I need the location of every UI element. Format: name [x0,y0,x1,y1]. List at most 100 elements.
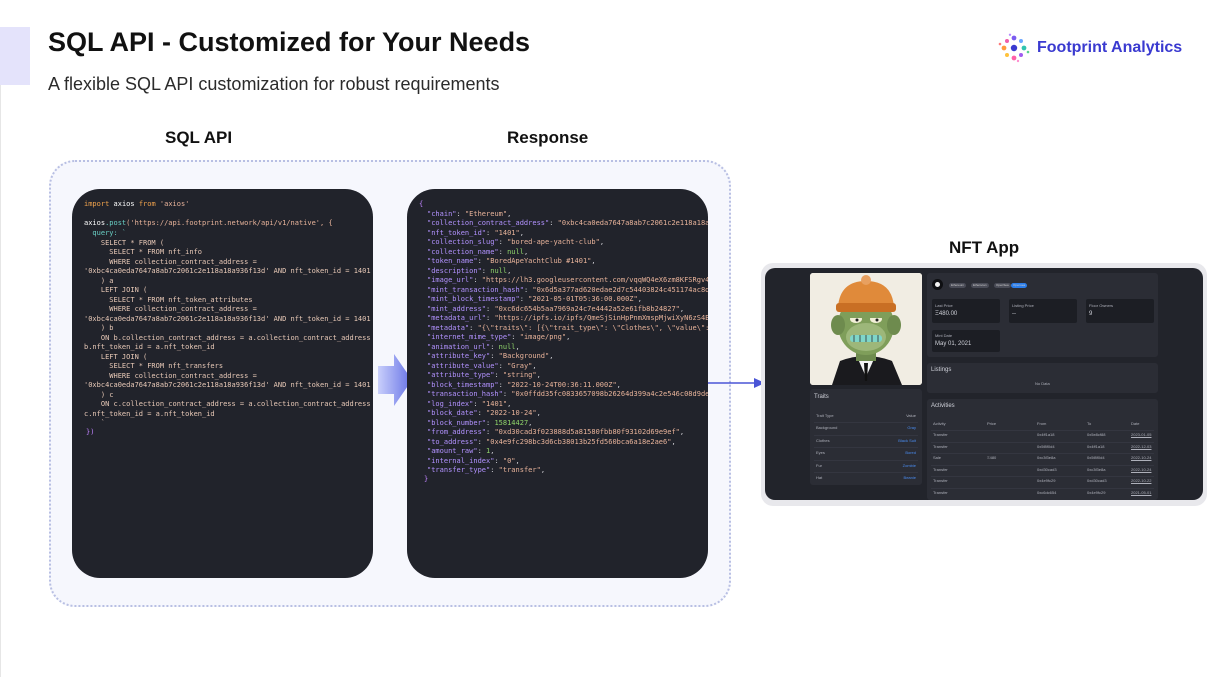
json-row: "attribute_value": "Gray", [427,361,537,370]
trait-divider [814,472,918,473]
json-value: null [498,342,516,351]
nft-info-panel: Ethereum Etherscan OpenSea Opensea Last Pri… [927,273,1158,357]
trait-value[interactable]: Zombie [903,463,916,468]
activities-col-header: From [1037,421,1047,426]
sql-line: ) a [84,276,114,285]
trait-value[interactable]: Black Suit [898,438,916,443]
json-row: "internet_mime_type": "image/png", [427,333,571,341]
json-value: "2021-05-01T05:36:00.000Z" [528,295,638,303]
activity-from[interactable]: 0xd30cad3 [1037,467,1057,472]
json-value: "BoredApeYachtClub #1401" [486,257,592,265]
link-chip[interactable]: Ethereum [949,283,967,288]
axios-object: axios [84,219,106,227]
json-key: "mint_transaction_hash" [427,285,524,294]
activity-to[interactable]: 0xc3f3e8a [1087,467,1105,472]
activity-date[interactable]: 2022-10-24 [1131,455,1151,460]
sql-code-panel: import axios from 'axios' axios.post('ht… [72,189,373,578]
activity-date[interactable]: 2021-05-01 [1131,490,1151,495]
json-key: "description" [427,266,482,275]
sql-line: WHERE collection_contract_address = [84,305,257,313]
activity-to[interactable]: 0xd30cad3 [1087,478,1107,483]
json-row: "attribute_key": "Background", [427,352,554,360]
json-key: "block_date" [427,409,478,417]
json-value: "1401" [481,399,508,408]
json-value: "0xbc4ca0eda7647a8ab7c2061c2e118a18a936f [557,219,708,227]
json-key: "collection_name" [427,247,499,256]
nft-image[interactable] [810,273,922,385]
activity-date[interactable]: 2022-10-22 [1131,478,1151,483]
activity-from[interactable]: 0x4e9fc29 [1037,478,1055,483]
from-keyword: from [138,200,156,208]
json-row: "amount_raw": 1, [427,447,495,455]
trait-value[interactable]: Bored [905,450,916,455]
traits-title: Traits [814,394,829,400]
json-row: "description": null, [427,266,512,275]
json-value: "2022-10-24T00:36:11.000Z" [507,380,617,389]
activity-price: Ξ480 [987,455,997,460]
json-value: "0x0ffdd35fc0833657098b26264d399a4c2e546… [511,390,708,398]
json-value: "0x6d5a377ad620edae2d7c54403824c451174ac… [532,285,708,294]
json-row: "from_address": "0xd30cad3f023888d5a8158… [427,428,685,436]
link-chip[interactable]: OpenSea [994,283,1011,288]
json-row: "token_name": "BoredApeYachtClub #1401", [427,257,596,265]
json-row: "collection_contract_address": "0xbc4ca0… [427,219,708,229]
json-response-body: "chain": "Ethereum", "collection_contract… [427,210,708,476]
stat-card: Listing Price -- [1009,299,1077,323]
json-key: "mint_address" [427,304,487,313]
activity-date[interactable]: 2023-01-05 [1131,432,1151,437]
activity-from[interactable]: 0xc6dc654 [1037,490,1056,495]
activities-col-header: Price [987,421,997,426]
activity-activity: Transfer [933,443,948,449]
sql-line: ON b.collection_contract_address = a.col… [84,333,373,342]
link-chip[interactable]: Opensea [1011,283,1028,288]
json-key: "block_number" [427,418,487,427]
json-row: "block_number": 15814427, [427,418,533,427]
json-row: "image_url": "https://lh3.googleusercont… [427,276,708,286]
sql-line: WHERE collection_contract_address = [84,257,257,266]
brand-logo[interactable]: Footprint Analytics [997,33,1182,63]
nft-app-screen[interactable]: Traits Trait Type Value Background Gray Cl… [765,268,1203,500]
json-key: "internal_index" [427,456,495,465]
traits-header-value: Value [906,413,916,418]
import-source: 'axios' [159,200,190,208]
link-chip[interactable]: Etherscan [971,283,989,288]
sql-line: SELECT * FROM nft_token_attributes [84,295,253,304]
corner-accent [0,27,30,85]
activities-col-header: To [1087,421,1092,426]
post-method: .post [105,219,127,227]
json-value: "string" [502,371,537,379]
code-closing: }) [86,428,95,436]
json-key: "transaction_hash" [427,390,503,398]
import-line: import axios from 'axios' [84,200,189,210]
activity-to[interactable]: 0x5f8f0d4 [1087,455,1105,460]
activities-title: Activities [931,403,955,409]
json-row: "block_date": "2022-10-24", [427,409,541,417]
json-row: "internal_index": "0", [427,456,520,465]
activity-to[interactable]: 0x4e9fc29 [1087,490,1105,495]
activity-date[interactable]: 2022-12-03 [1131,444,1151,449]
json-row: "log_index": "1401", [427,399,512,408]
sql-line: SELECT * FROM ( [84,238,165,247]
json-value: "{\"traits\": [{\"trait_type\": \"Clothe… [477,323,708,332]
activity-to[interactable]: 0x5e8cf88 [1087,432,1105,437]
trait-type: Clothes [816,437,830,443]
activity-from[interactable]: 0xc3f3e8a [1037,455,1055,460]
json-value: "0x4e9fc298bc3d6cb38013b25fd560bca6a18e2… [486,437,672,446]
traits-panel: Traits Trait Type Value Background Gray Cl… [810,389,922,485]
activity-divider [931,464,1154,466]
activity-activity: Transfer [933,478,948,483]
trait-value[interactable]: Beanie [904,475,916,480]
json-key: "nft_token_id" [427,228,487,237]
json-key: "image_url" [427,276,474,284]
activity-from[interactable]: 0x4ff1a18 [1037,432,1055,437]
stat-value: Ξ480.00 [935,311,958,317]
json-row: "metadata": "{\"traits\": [{\"trait_type… [427,324,708,334]
json-row: "attribute_type": "string", [427,371,541,379]
trait-divider [814,447,918,448]
activity-from[interactable]: 0x5f8f0d4 [1037,444,1055,449]
activity-date[interactable]: 2022-10-24 [1131,467,1151,472]
trait-value[interactable]: Gray [907,425,916,430]
activity-to[interactable]: 0x4ff1a18 [1087,444,1105,449]
json-value: "Background" [498,352,550,360]
brand-name: Footprint Analytics [1037,39,1183,56]
